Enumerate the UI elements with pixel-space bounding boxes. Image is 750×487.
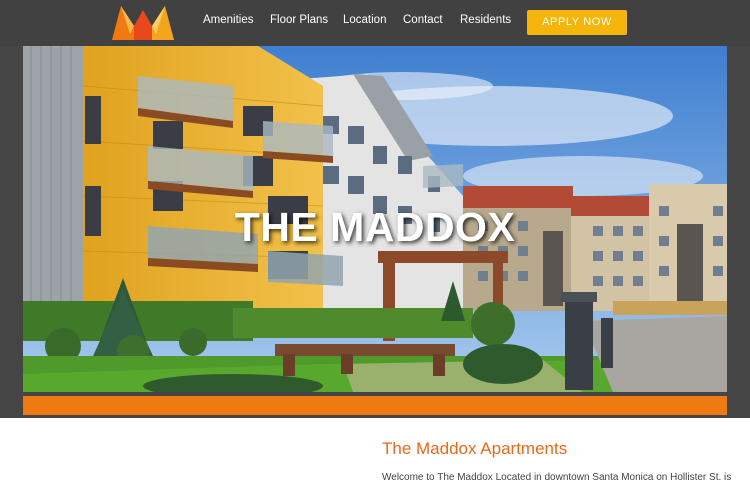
nav-link-contact[interactable]: Contact bbox=[403, 14, 443, 26]
content-section: The Maddox Apartments Welcome to The Mad… bbox=[0, 418, 750, 487]
intro-paragraph: Welcome to The Maddox Located in downtow… bbox=[382, 472, 732, 483]
orange-accent-bar bbox=[23, 396, 727, 415]
section-title: The Maddox Apartments bbox=[382, 439, 568, 458]
hero-title: THE MADDOX bbox=[234, 204, 516, 250]
maddox-logo[interactable] bbox=[112, 4, 174, 40]
nav-link-residents[interactable]: Residents bbox=[460, 14, 511, 26]
apply-now-button[interactable]: APPLY NOW bbox=[527, 10, 627, 35]
nav-link-amenities[interactable]: Amenities bbox=[203, 14, 254, 26]
nav-link-location[interactable]: Location bbox=[343, 14, 386, 26]
top-navbar: Amenities Floor Plans Location Contact R… bbox=[0, 0, 750, 46]
hero-banner: THE MADDOX bbox=[23, 46, 727, 392]
nav-link-floor-plans[interactable]: Floor Plans bbox=[270, 14, 328, 26]
